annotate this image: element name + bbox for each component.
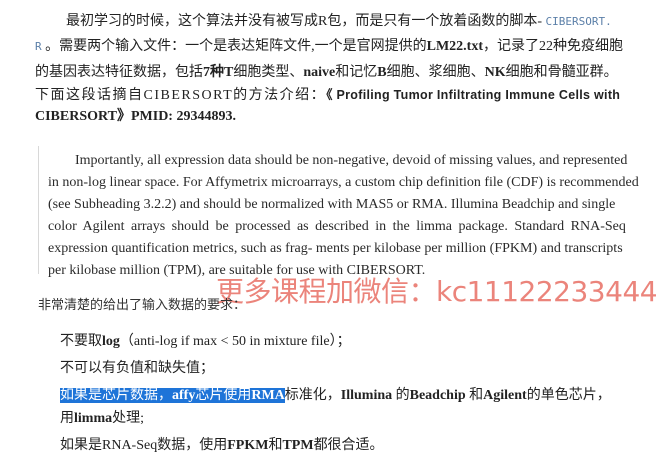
intro-line-5: CIBERSORT》PMID: 29344893. [35,109,236,124]
watermark: 更多课程加微信：kc11122233444 [216,275,658,308]
code-cibersort: CIBERSORT. [545,15,612,28]
intro-line-1: 最初学习的时候，这个算法并没有被写成R包，而是只有一个放着函数的脚本- CIBE… [66,14,612,29]
quote-line: expression quantification metrics, such … [48,241,623,256]
quote-line: color Agilent arrays should be processed… [48,219,626,234]
requirement-item: 如果是芯片数据，affy芯片使用RMA标准化，Illumina 的Beadchi… [60,388,611,403]
requirement-item: 不可以有负值和缺失值； [60,361,214,376]
requirement-item-continued: 用limma处理; [60,411,144,426]
intro-line-2: R 。需要两个输入文件：一个是表达矩阵文件,一个是官网提供的LM22.txt，记… [35,39,624,54]
quote-line: (see Subheading 3.2.2) and should be nor… [48,197,616,212]
intro-line-4: 下面这段话摘自CIBERSORT的方法介绍：《 Profiling Tumor … [35,88,621,103]
blockquote-border [38,146,39,274]
requirement-item: 不要取log（anti-log if max < 50 in mixture f… [60,334,351,349]
quote-line: Importantly, all expression data should … [75,153,628,168]
requirements-heading: 非常清楚的给出了输入数据的要求： [38,297,247,312]
text-selection[interactable]: 如果是芯片数据，affy芯片使用RMA [60,388,285,403]
intro-line-3: 的基因表达特征数据，包括7种T细胞类型、naive和记忆B细胞、浆细胞、NK细胞… [35,65,618,80]
requirement-item: 如果是RNA-Seq数据，使用FPKM和TPM都很合适。 [60,438,384,453]
quote-line: in non-log linear space. For Affymetrix … [48,175,639,190]
